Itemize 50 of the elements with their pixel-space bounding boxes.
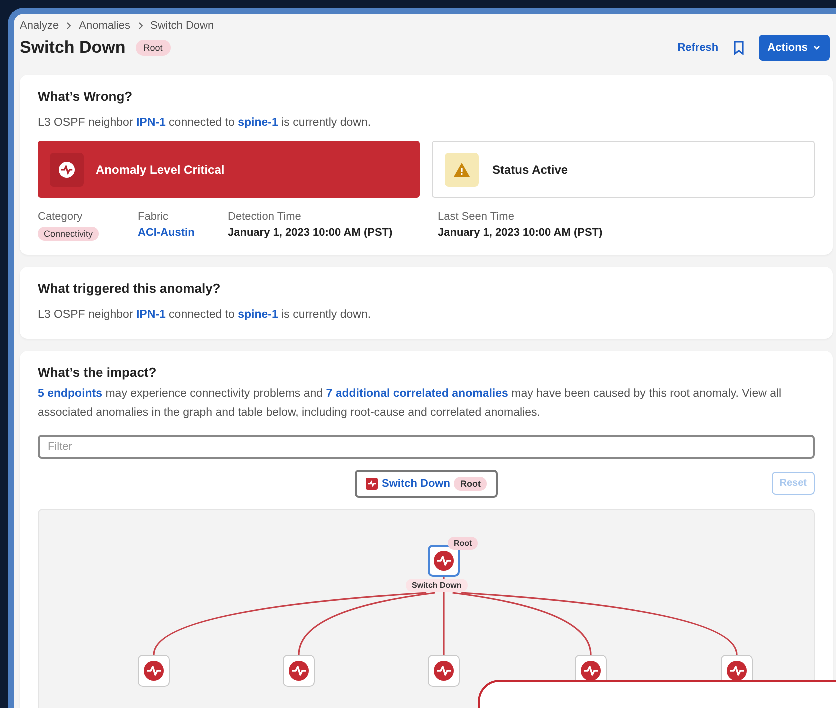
detail-label: Fabric — [138, 211, 169, 223]
chevron-icon — [136, 22, 144, 30]
graph-node[interactable] — [428, 545, 460, 577]
page-title: Switch Down — [20, 38, 126, 58]
warning-icon — [444, 152, 478, 186]
pulse-icon — [581, 661, 601, 681]
node-badge: Root — [448, 537, 478, 550]
detail-value: January 1, 2023 10:00 AM (PST) — [228, 227, 393, 239]
link[interactable]: IPN-1 — [136, 309, 166, 321]
detail-label: Detection Time — [228, 211, 302, 223]
section-heading: What triggered this anomaly? — [38, 281, 222, 296]
breadcrumb-item[interactable]: Analyze — [20, 20, 60, 32]
link[interactable]: spine-1 — [238, 309, 278, 321]
chevron-icon — [65, 22, 74, 30]
detail-value: January 1, 2023 10:00 AM (PST) — [438, 227, 603, 239]
card-label: Anomaly Level Critical — [96, 162, 225, 176]
link[interactable]: 7 additional correlated anomalies — [326, 388, 508, 400]
pulse-icon — [434, 661, 454, 681]
graph-node[interactable] — [283, 655, 315, 687]
detail-label: Category — [38, 211, 83, 223]
node-label: Switch Down — [406, 579, 468, 592]
pulse-icon — [144, 661, 164, 681]
detail-label: Last Seen Time — [438, 211, 514, 223]
pulse-icon — [434, 551, 454, 571]
description-text: 5 endpoints may experience connectivity problems and 7 additional correlated anomalies may have been caused by this root anomaly. View all associated anomalies in the graph and table below, including root-cause and correlated anomalies. — [38, 387, 783, 421]
pulse-icon — [50, 152, 84, 186]
filter-field[interactable]: Filter — [38, 435, 815, 459]
pulse-icon — [727, 661, 747, 681]
pulse-icon — [366, 478, 378, 490]
category-tag: Connectivity — [38, 227, 100, 241]
pulse-icon — [289, 661, 309, 681]
link[interactable]: spine-1 — [238, 117, 278, 129]
root-badge: Root — [136, 40, 171, 56]
breadcrumb-item[interactable]: Anomalies — [79, 20, 130, 32]
chevron-down-icon — [813, 44, 821, 52]
description-text: L3 OSPF neighbor IPN-1 connected to spine-1 is currently down. — [38, 116, 372, 131]
card-label: Status Active — [492, 162, 568, 176]
link[interactable]: 5 endpoints — [38, 388, 103, 400]
actions-button[interactable]: Actions — [758, 35, 830, 61]
fabric-link[interactable]: ACI-Austin — [138, 227, 195, 239]
graph-node[interactable] — [428, 655, 460, 687]
section-heading: What’s Wrong? — [38, 89, 134, 104]
description-text: L3 OSPF neighbor IPN-1 connected to spine-1 is currently down. — [38, 308, 372, 323]
breadcrumb-item: Switch Down — [150, 20, 214, 32]
graph-node[interactable] — [138, 655, 170, 687]
section-heading: What’s the impact? — [38, 365, 158, 380]
refresh-button[interactable]: Refresh — [672, 38, 725, 58]
link[interactable]: IPN-1 — [136, 117, 166, 129]
selected-anomaly-chip[interactable]: Switch Down Root — [355, 470, 498, 498]
bookmark-icon — [732, 41, 745, 55]
